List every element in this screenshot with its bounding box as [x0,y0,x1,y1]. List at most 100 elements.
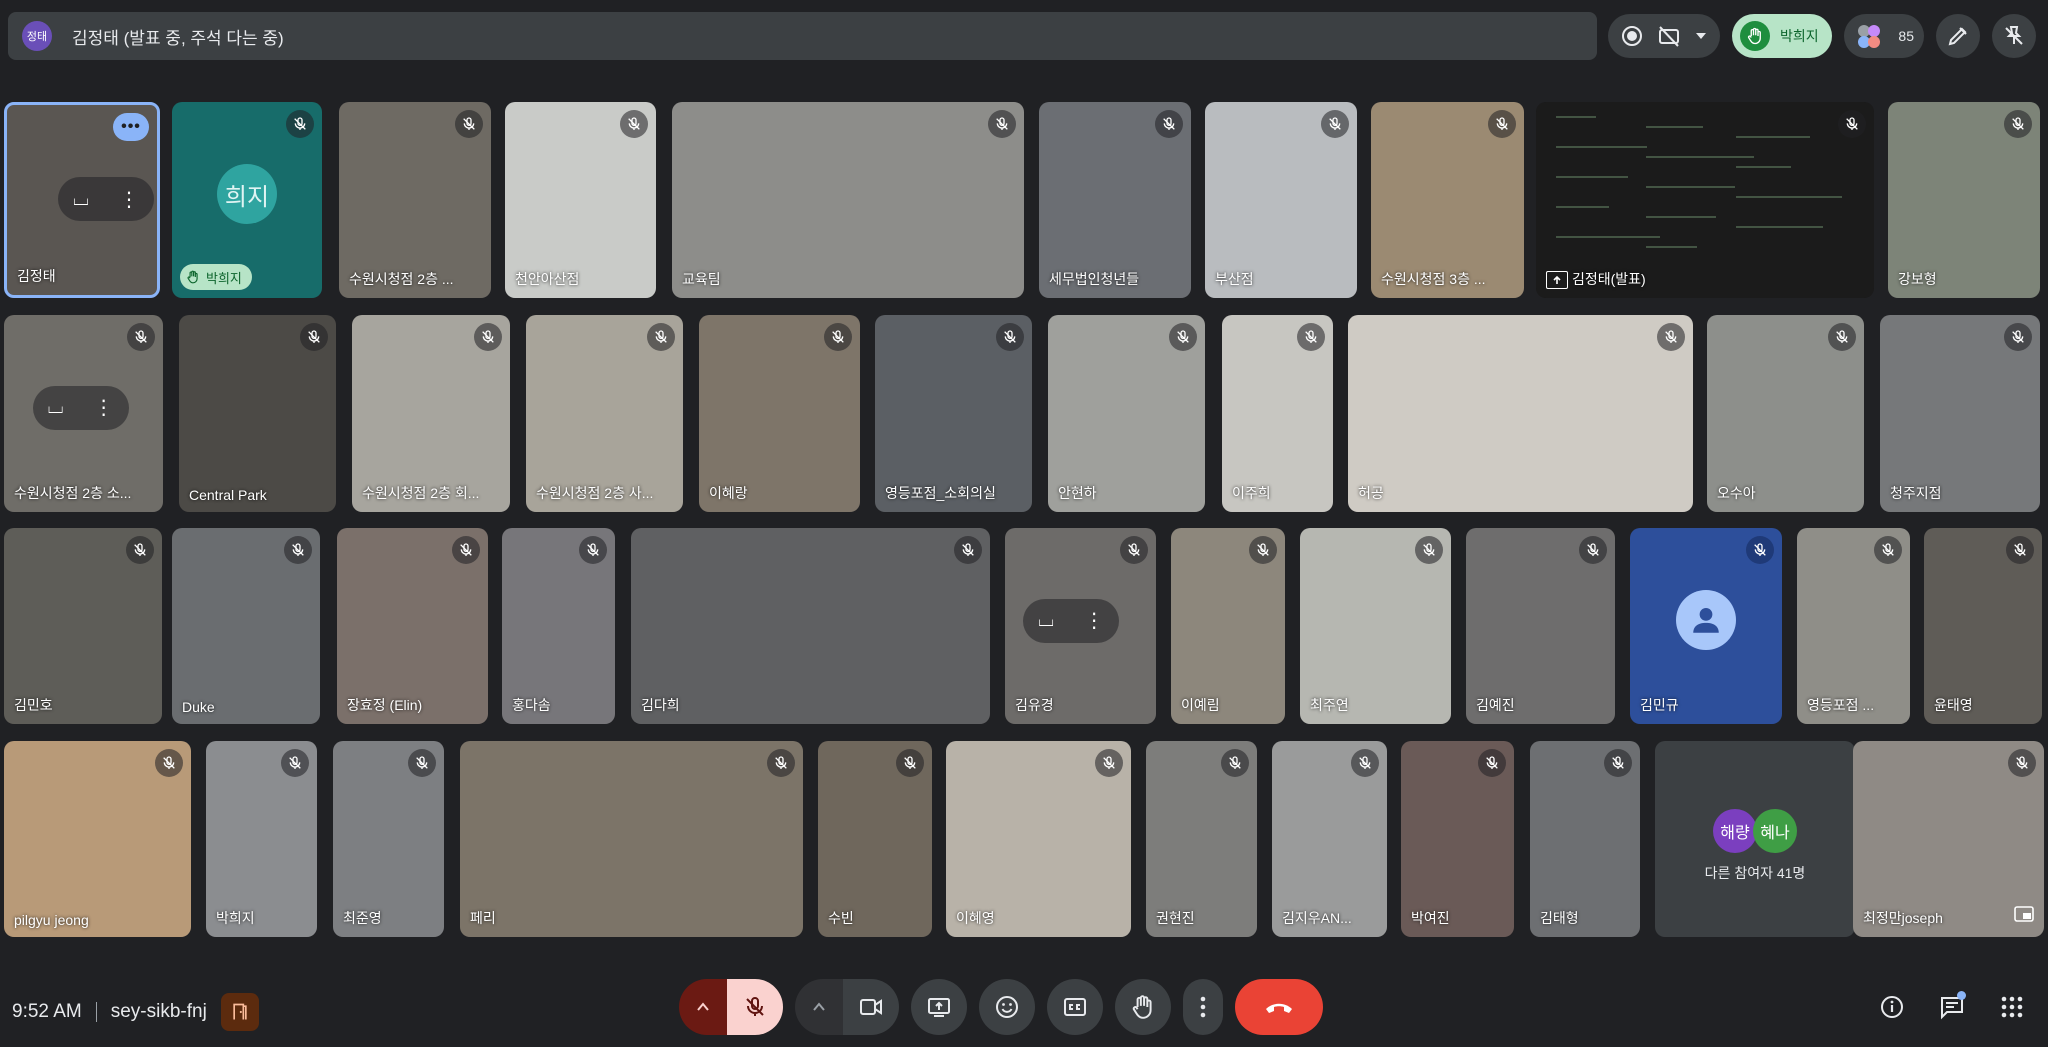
participant-tile[interactable]: Duke [172,528,320,724]
top-right-controls: 박희지 85 [1608,12,2048,60]
participant-tile[interactable]: ⌴ ⋮ 수원시청점 2층 소... [4,315,163,512]
mic-off-icon [2006,536,2034,564]
tile-name: pilgyu jeong [14,912,89,928]
participant-tile[interactable]: 김다희 [631,528,990,724]
tile-hover-controls[interactable]: ⌴ ⋮ [1023,598,1120,643]
participant-tile[interactable]: ⌴ ⋮ 김유경 [1005,528,1156,724]
pin-icon[interactable]: ⌴ [73,188,89,211]
participant-tile[interactable]: 홍다솜 [502,528,615,724]
participant-tile[interactable]: 안현하 [1048,315,1205,512]
record-icon[interactable] [1620,24,1644,48]
participant-tile[interactable]: 최준영 [333,741,444,937]
participant-tile[interactable]: 영등포점 ... [1797,528,1910,724]
participant-tile[interactable]: 윤태영 [1924,528,2042,724]
unpin-button[interactable] [1992,14,2036,58]
tile-name: 페리 [470,910,496,926]
tile-options-icon[interactable]: ••• [113,113,149,141]
participant-tile[interactable]: 김정태(발표) [1536,102,1874,298]
presenter-banner[interactable]: 정태 김정태 (발표 중, 주석 다는 중) [8,12,1597,60]
pin-icon[interactable]: ⌴ [1038,609,1054,632]
presenter-status-text: 김정태 (발표 중, 주석 다는 중) [72,28,284,48]
participant-tile[interactable]: 이주희 [1222,315,1333,512]
chat-button[interactable] [1928,985,1976,1029]
participant-avatar: 혜나 [1753,809,1797,853]
participant-tile[interactable]: Central Park [179,315,336,512]
participant-tile[interactable]: 부산점 [1205,102,1357,298]
mic-off-icon [1221,749,1249,777]
camera-control-group [795,979,899,1035]
participant-tile[interactable]: 영등포점_소회의실 [875,315,1032,512]
participant-tile[interactable]: 수원시청점 2층 ... [339,102,491,298]
captions-button[interactable] [1047,979,1103,1035]
participant-tile[interactable]: 김태형 [1530,741,1640,937]
raise-hand-button[interactable] [1115,979,1171,1035]
mic-off-icon [474,323,502,351]
participant-tile[interactable]: 수원시청점 2층 회... [352,315,510,512]
participant-tile[interactable]: 수원시청점 2층 사... [526,315,683,512]
tile-name: 김정태 [17,268,56,284]
door-icon [233,1003,247,1020]
tile-name: 김정태(발표) [1546,269,1646,289]
more-options-button[interactable] [1183,979,1223,1035]
tile-hover-controls[interactable]: ⌴ ⋮ [32,385,129,430]
participant-tile[interactable]: 이예림 [1171,528,1285,724]
participant-tile[interactable]: 김민규 [1630,528,1782,724]
chevron-down-icon[interactable] [1694,29,1708,43]
picture-in-picture-icon[interactable] [2014,906,2034,927]
camera-toggle-button[interactable] [843,979,899,1035]
participant-tile[interactable]: 청주지점 [1880,315,2040,512]
breakout-room-button[interactable] [220,993,259,1031]
recording-controls[interactable] [1608,14,1720,58]
present-screen-button[interactable] [911,979,967,1035]
participant-tile[interactable]: 강보형 [1888,102,2040,298]
meeting-details-button[interactable] [1868,985,1916,1029]
reactions-button[interactable] [979,979,1035,1035]
participant-tile[interactable]: 권현진 [1146,741,1257,937]
annotate-button[interactable] [1936,14,1980,58]
participant-tile[interactable]: 수빈 [818,741,932,937]
camera-options-button[interactable] [795,979,843,1035]
tile-name: 청주지점 [1890,485,1942,501]
participant-tile[interactable]: 교육팀 [672,102,1024,298]
participant-avatar: 해량 [1713,809,1757,853]
more-vert-icon[interactable]: ⋮ [1084,608,1104,633]
tile-name: 이혜랑 [709,485,748,501]
more-vert-icon[interactable]: ⋮ [94,395,114,420]
participant-tile[interactable]: 수원시청점 3층 ... [1371,102,1524,298]
participant-tile[interactable]: 장효정 (Elin) [337,528,488,724]
participant-tile[interactable]: 허공 [1348,315,1693,512]
participant-tile[interactable]: 천안아산점 [505,102,656,298]
participant-tile[interactable]: 이혜영 [946,741,1131,937]
participant-tile[interactable]: 최주연 [1300,528,1451,724]
more-vert-icon[interactable]: ⋮ [119,187,139,212]
tile-name: 수원시청점 3층 ... [1381,271,1486,287]
participant-tile[interactable]: 최정만joseph [1853,741,2044,937]
mic-off-icon [767,749,795,777]
participant-tile[interactable]: 희지 박희지 [172,102,322,298]
participant-tile[interactable]: 박여진 [1401,741,1514,937]
people-button[interactable]: 85 [1844,14,1924,58]
participant-tile[interactable]: 김민호 [4,528,162,724]
closed-caption-off-icon[interactable] [1657,24,1681,48]
participant-tile[interactable]: 오수아 [1707,315,1864,512]
participant-tile[interactable]: 김예진 [1466,528,1615,724]
tile-name: 수원시청점 2층 ... [349,271,454,287]
raised-hand-indicator[interactable]: 박희지 [1732,14,1832,58]
participant-tile[interactable]: 박희지 [206,741,317,937]
participant-tile[interactable]: 이혜랑 [699,315,860,512]
chevron-up-icon [697,1002,709,1011]
mic-options-button[interactable] [679,979,727,1035]
activities-button[interactable] [1988,985,2036,1029]
participant-tile[interactable]: ••• ⌴ ⋮ 김정태 [4,102,160,298]
tile-name: 이예림 [1181,697,1220,713]
microphone-toggle-button[interactable] [727,979,783,1035]
pin-icon[interactable]: ⌴ [48,396,64,419]
participant-tile[interactable]: 페리 [460,741,803,937]
participant-tile[interactable]: 김지우AN... [1272,741,1387,937]
tile-name: 수원시청점 2층 회... [362,485,480,501]
tile-hover-controls[interactable]: ⌴ ⋮ [58,177,154,222]
other-participants-tile[interactable]: 해량 혜나 다른 참여자 41명 [1655,741,1855,937]
participant-tile[interactable]: pilgyu jeong [4,741,191,937]
leave-call-button[interactable] [1235,979,1323,1035]
participant-tile[interactable]: 세무법인청년들 [1039,102,1191,298]
